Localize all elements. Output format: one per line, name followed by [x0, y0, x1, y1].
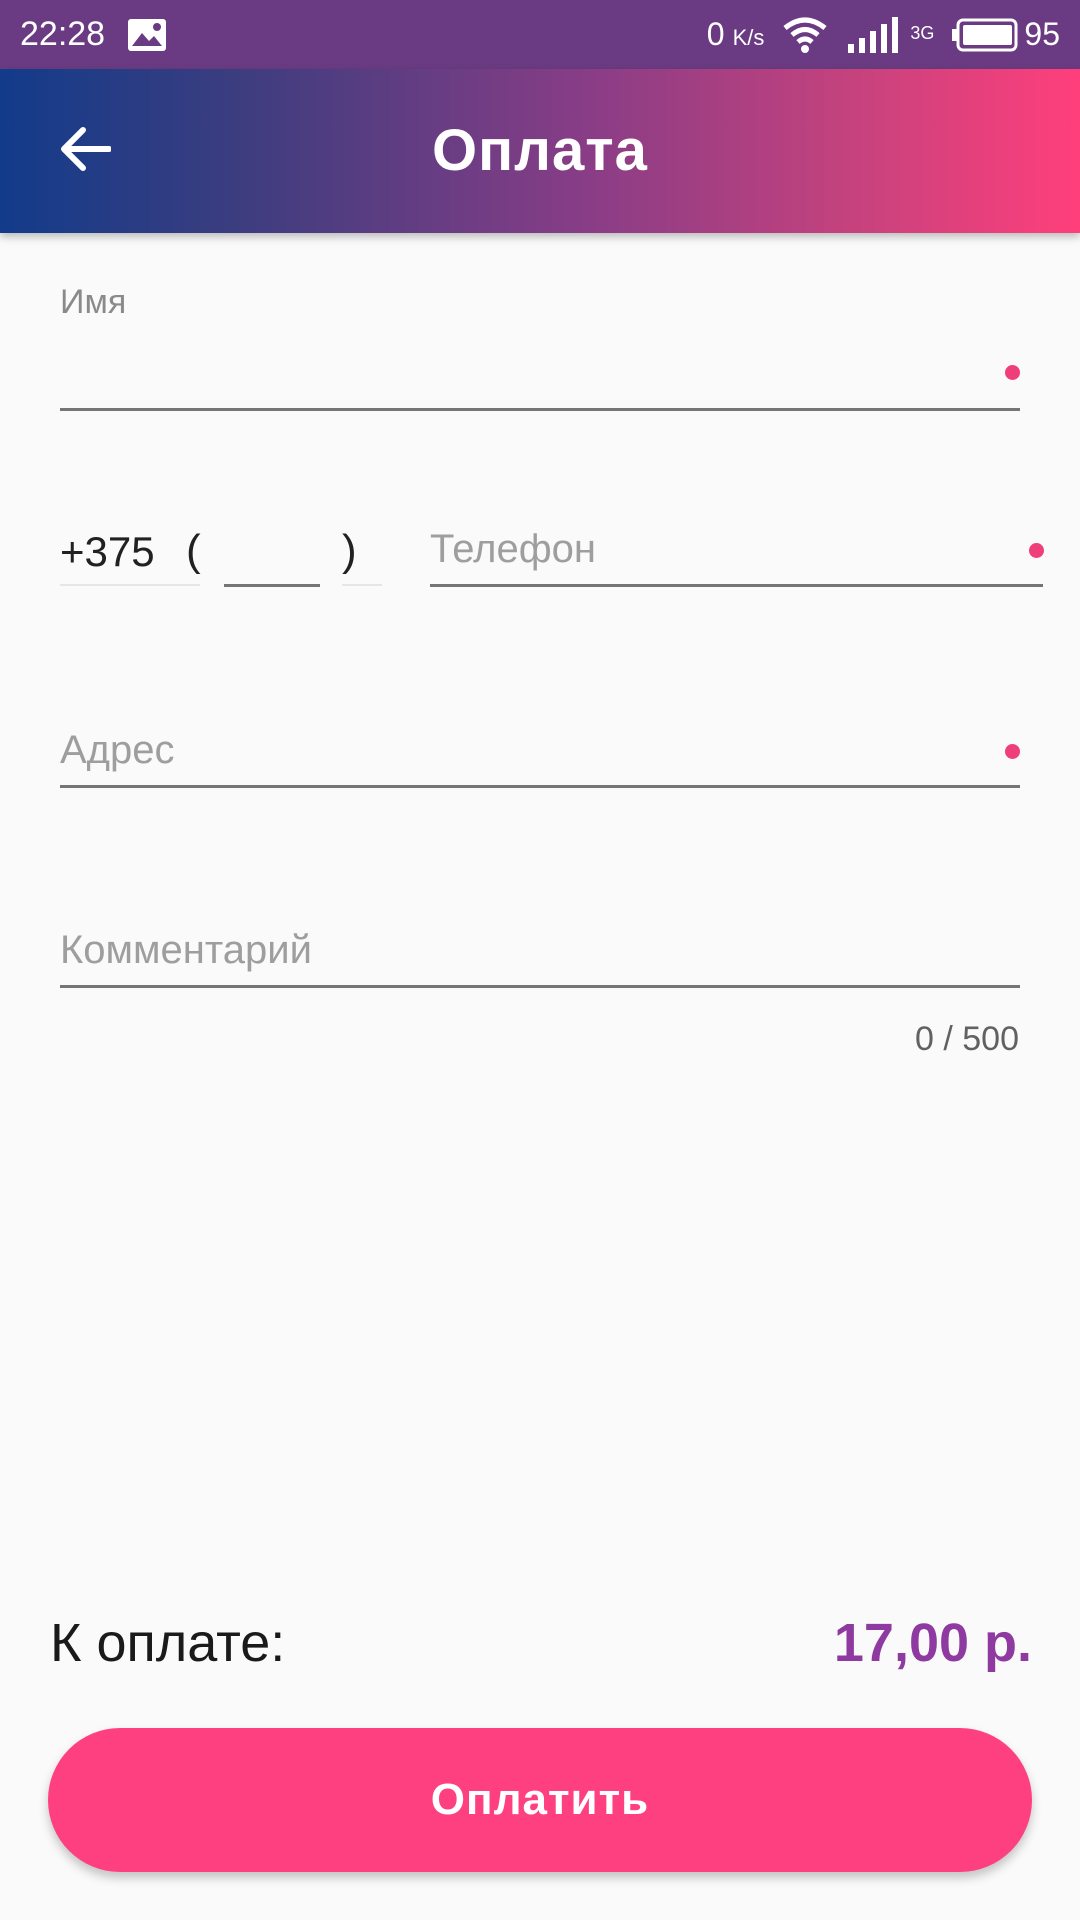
address-placeholder: Адрес: [60, 728, 175, 772]
status-time: 22:28: [20, 15, 106, 53]
total-label: К оплате:: [50, 1613, 286, 1673]
phone-open-paren: (: [186, 526, 201, 575]
comment-char-counter: 0 / 500: [915, 1020, 1019, 1058]
battery-level: 95: [1024, 16, 1060, 52]
phone-required-indicator: [1029, 543, 1044, 558]
phone-close-paren: ): [342, 526, 357, 575]
status-right-group: 0 K/s 3G 95: [707, 16, 1060, 54]
status-bar: 22:28 0 K/s 3G 95: [0, 0, 1080, 69]
network-speed: 0 K/s: [707, 16, 765, 53]
app-bar: Оплата: [0, 69, 1080, 233]
speed-unit: K/s: [732, 25, 765, 50]
network-type: 3G: [910, 22, 935, 43]
pay-button[interactable]: Оплатить: [48, 1728, 1032, 1872]
signal-icon: [848, 16, 899, 53]
phone-placeholder: Телефон: [430, 527, 596, 571]
name-required-indicator: [1005, 365, 1020, 380]
address-required-indicator: [1005, 744, 1020, 759]
total-amount: 17,00 р.: [833, 1613, 1032, 1673]
gallery-icon: [128, 18, 167, 51]
page-title: Оплата: [432, 118, 648, 183]
wifi-icon: [783, 17, 827, 53]
battery: 95: [952, 16, 1060, 53]
address-input[interactable]: [60, 720, 1020, 788]
phone-area-code-input[interactable]: [224, 520, 320, 587]
name-field[interactable]: [60, 300, 1020, 411]
phone-prefix-underline: [60, 584, 200, 586]
comment-placeholder: Комментарий: [60, 928, 312, 972]
battery-icon: [952, 18, 1018, 51]
speed-value: 0: [706, 16, 725, 52]
phone-paren-underline: [342, 584, 382, 586]
phone-country-code: +375: [60, 528, 155, 575]
